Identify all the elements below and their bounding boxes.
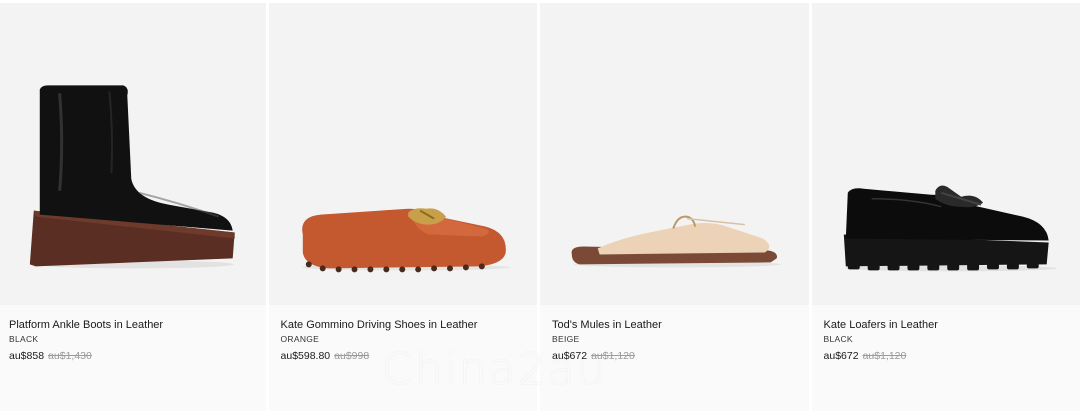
original-price: au$1,120 [862, 350, 907, 362]
product-card[interactable]: Kate Gommino Driving Shoes in Leather OR… [268, 0, 538, 411]
product-image-driving-shoe[interactable] [268, 3, 538, 305]
product-info: Kate Gommino Driving Shoes in Leather OR… [268, 305, 538, 411]
sale-price: au$598.80 [280, 350, 331, 362]
driving-shoe-illustration [301, 208, 511, 273]
product-name[interactable]: Tod's Mules in Leather [552, 318, 800, 332]
sale-price: au$858 [9, 350, 45, 362]
product-color: ORANGE [280, 334, 320, 344]
product-prices: au$598.80 au$998 [281, 350, 529, 363]
product-image-mule[interactable] [540, 3, 809, 305]
product-card[interactable]: Tod's Mules in Leather BEIGE au$672 au$1,… [540, 0, 809, 411]
product-color: BLACK [9, 334, 39, 344]
product-info: Kate Loafers in Leather BLACK au$672 au$1… [811, 305, 1080, 411]
product-prices: au$672 au$1,120 [824, 350, 1072, 363]
product-prices: au$858 au$1,430 [9, 350, 257, 363]
product-prices: au$672 au$1,120 [552, 350, 800, 363]
product-image-loafer[interactable] [811, 3, 1080, 305]
product-card[interactable]: Platform Ankle Boots in Leather BLACK au… [0, 0, 266, 411]
product-name[interactable]: Kate Gommino Driving Shoes in Leather [281, 318, 529, 332]
product-info: Platform Ankle Boots in Leather BLACK au… [0, 305, 266, 411]
original-price: au$1,430 [48, 350, 92, 362]
sale-price: au$672 [552, 350, 588, 362]
ankle-boot-illustration [29, 85, 235, 269]
original-price: au$1,120 [591, 350, 635, 362]
mule-illustration [571, 215, 781, 268]
sale-price: au$672 [823, 350, 859, 362]
product-name[interactable]: Platform Ankle Boots in Leather [9, 318, 257, 332]
product-image-boot[interactable] [0, 3, 266, 305]
original-price: au$998 [334, 350, 370, 362]
product-grid: Platform Ankle Boots in Leather BLACK au… [0, 0, 1080, 411]
product-name[interactable]: Kate Loafers in Leather [824, 318, 1072, 332]
product-card[interactable]: Kate Loafers in Leather BLACK au$672 au$1… [811, 0, 1080, 411]
loafer-illustration [843, 185, 1057, 272]
product-color: BEIGE [552, 334, 580, 344]
product-color: BLACK [823, 334, 853, 344]
product-info: Tod's Mules in Leather BEIGE au$672 au$1,… [540, 305, 809, 411]
